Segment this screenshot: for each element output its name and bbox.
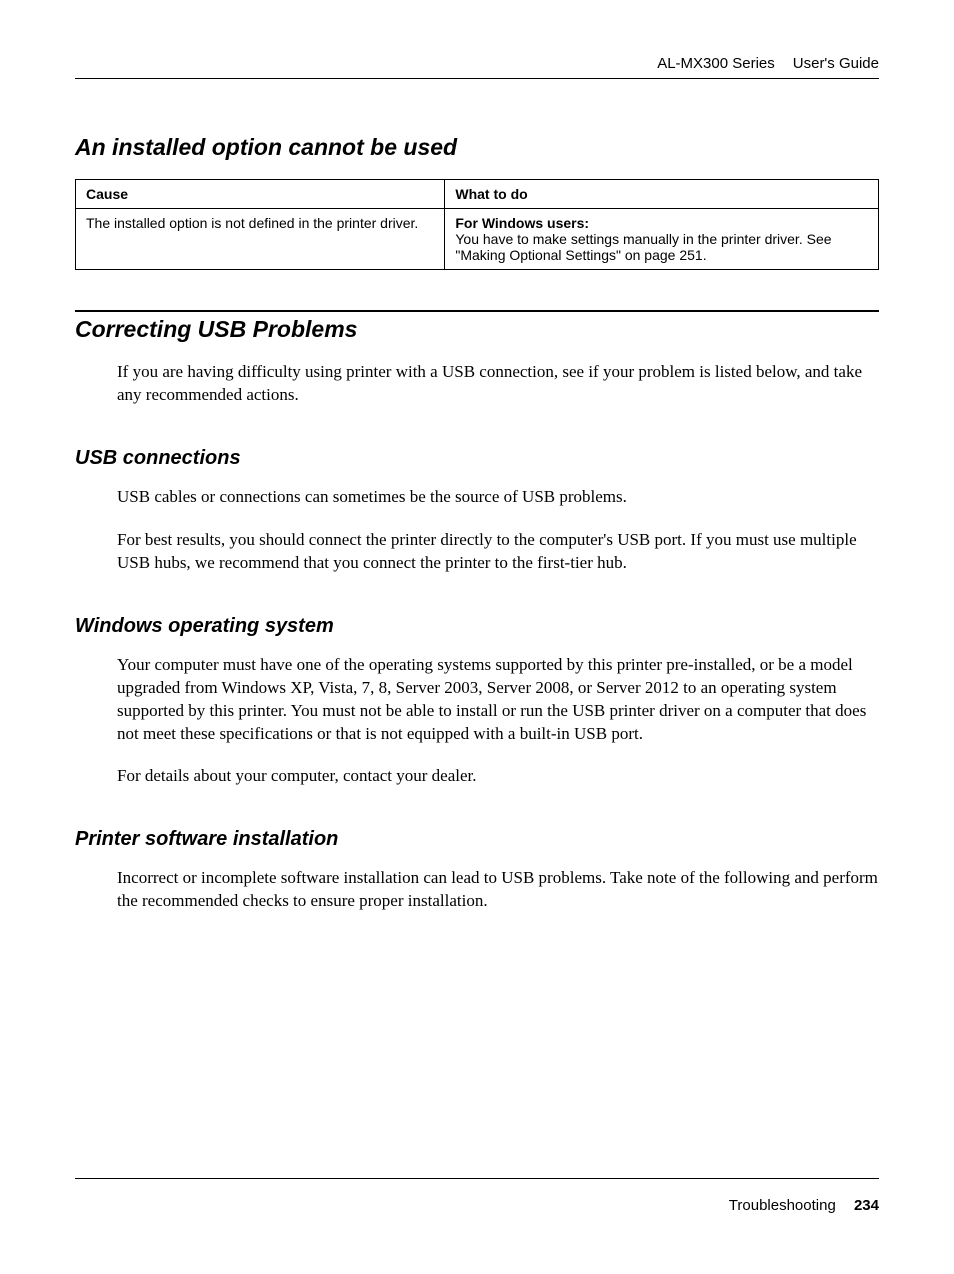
heading-installed-option: An installed option cannot be used bbox=[75, 134, 879, 161]
heading-correcting-usb: Correcting USB Problems bbox=[75, 310, 879, 343]
page: AL-MX300 Series User's Guide An installed… bbox=[0, 0, 954, 1274]
cause-what-to-do-table: Cause What to do The installed option is… bbox=[75, 179, 879, 270]
heading-sw-install: Printer software installation bbox=[75, 828, 879, 851]
cell-cause: The installed option is not defined in t… bbox=[76, 209, 445, 270]
win-os-paragraph-1: Your computer must have one of the opera… bbox=[75, 654, 879, 746]
windows-users-label: For Windows users: bbox=[455, 215, 589, 231]
col-cause: Cause bbox=[76, 180, 445, 209]
page-footer: Troubleshooting 234 bbox=[75, 1178, 879, 1214]
col-what-to-do: What to do bbox=[445, 180, 879, 209]
usb-conn-paragraph-2: For best results, you should connect the… bbox=[75, 529, 879, 575]
win-os-paragraph-2: For details about your computer, contact… bbox=[75, 765, 879, 788]
heading-windows-os: Windows operating system bbox=[75, 615, 879, 638]
table-row: The installed option is not defined in t… bbox=[76, 209, 879, 270]
usb-intro-paragraph: If you are having difficulty using print… bbox=[75, 361, 879, 407]
sw-install-paragraph-1: Incorrect or incomplete software install… bbox=[75, 867, 879, 913]
heading-usb-connections: USB connections bbox=[75, 447, 879, 470]
header-doc-type: User's Guide bbox=[793, 55, 879, 72]
table-header-row: Cause What to do bbox=[76, 180, 879, 209]
running-header: AL-MX300 Series User's Guide bbox=[75, 55, 879, 79]
cell-what-to-do: For Windows users: You have to make sett… bbox=[445, 209, 879, 270]
windows-users-text: You have to make settings manually in th… bbox=[455, 231, 831, 263]
usb-conn-paragraph-1: USB cables or connections can sometimes … bbox=[75, 486, 879, 509]
footer-section: Troubleshooting bbox=[729, 1197, 836, 1214]
header-series: AL-MX300 Series bbox=[657, 55, 775, 72]
footer-page-number: 234 bbox=[854, 1197, 879, 1214]
